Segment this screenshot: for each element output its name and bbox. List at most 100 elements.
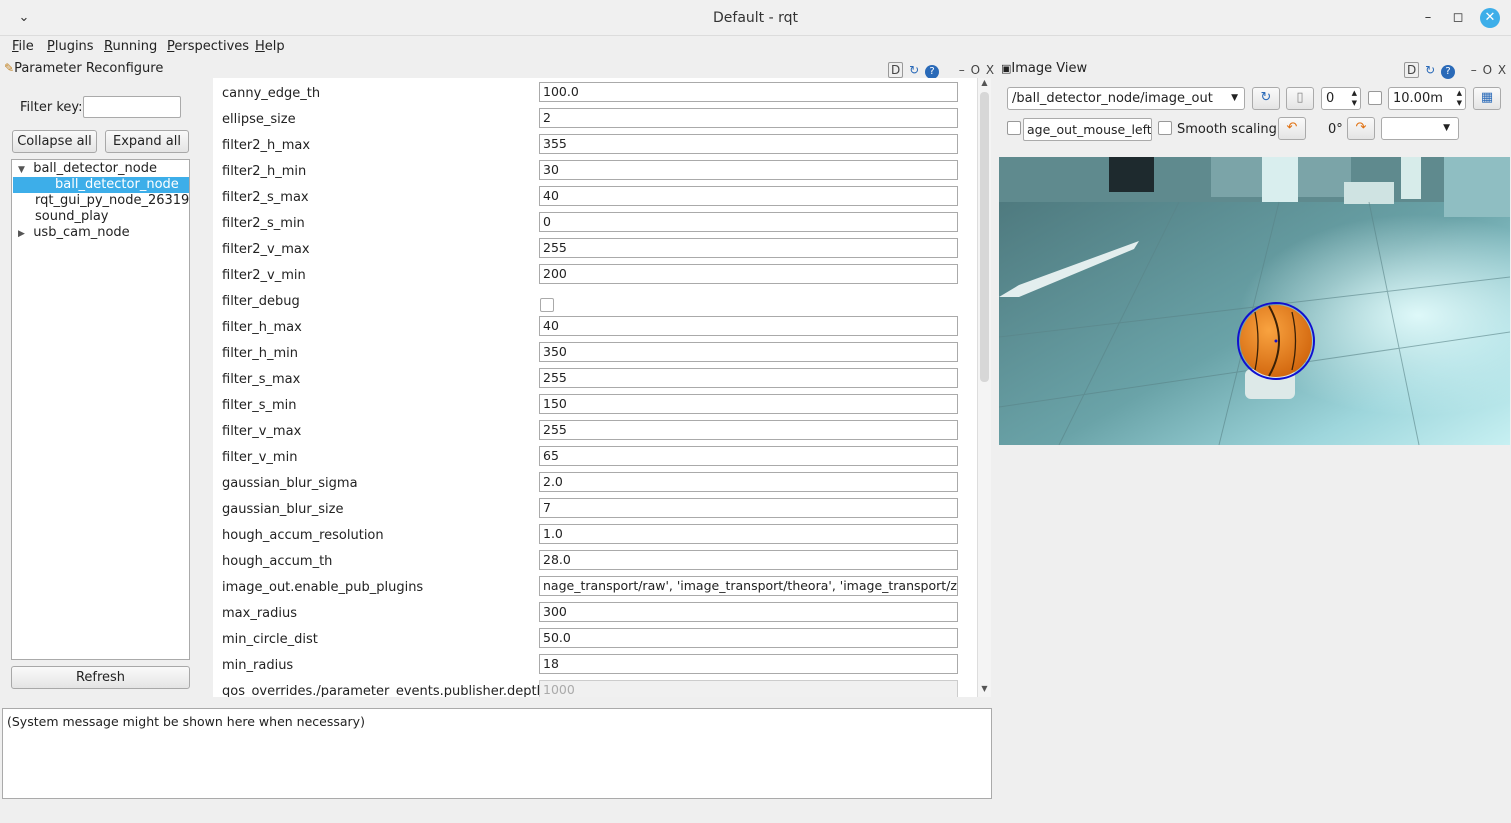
tree-item-selected[interactable]: ball_detector_node bbox=[13, 177, 189, 193]
param-row: filter2_v_max 255 bbox=[213, 238, 977, 264]
param-row: filter2_s_max 40 bbox=[213, 186, 977, 212]
collapsed-arrow-icon[interactable]: ▶ bbox=[18, 229, 25, 239]
param-name: hough_accum_th bbox=[222, 554, 333, 569]
param-value-input[interactable]: 0 bbox=[539, 212, 958, 232]
param-value-input[interactable]: 255 bbox=[539, 238, 958, 258]
num-spinbox[interactable]: 0 ▲ ▼ bbox=[1321, 87, 1361, 110]
minimize-icon[interactable]: – bbox=[1418, 8, 1438, 28]
param-value-input[interactable]: 350 bbox=[539, 342, 958, 362]
param-value-input[interactable]: 1.0 bbox=[539, 524, 958, 544]
param-value-input[interactable]: 255 bbox=[539, 368, 958, 388]
scroll-thumb[interactable] bbox=[980, 92, 989, 382]
param-value-input[interactable]: 150 bbox=[539, 394, 958, 414]
param-value-input[interactable]: 255 bbox=[539, 420, 958, 440]
dock-d-button[interactable]: D bbox=[1404, 62, 1420, 78]
dock-close-icon[interactable]: X bbox=[1498, 63, 1506, 77]
param-value-input[interactable]: 200 bbox=[539, 264, 958, 284]
param-value-input[interactable]: 2.0 bbox=[539, 472, 958, 492]
param-name: filter2_h_min bbox=[222, 164, 307, 179]
param-name: filter2_h_max bbox=[222, 138, 311, 153]
param-value-input[interactable]: 7 bbox=[539, 498, 958, 518]
mouse-topic-input[interactable]: age_out_mouse_left bbox=[1023, 118, 1152, 141]
save-image-icon[interactable]: ▦ bbox=[1473, 87, 1501, 110]
rotate-right-icon[interactable]: ↷ bbox=[1347, 117, 1375, 140]
smooth-scaling-label: Smooth scaling bbox=[1177, 122, 1277, 137]
refresh-button[interactable]: Refresh bbox=[11, 666, 190, 689]
dock-d-button[interactable]: D bbox=[888, 62, 904, 78]
mouse-publish-checkbox[interactable] bbox=[1007, 121, 1021, 135]
param-name: qos_overrides./parameter_events.publishe… bbox=[222, 684, 545, 697]
scroll-up-icon[interactable]: ▲ bbox=[980, 78, 989, 87]
spin-arrows-icon[interactable]: ▲ ▼ bbox=[1457, 88, 1462, 108]
param-value-input[interactable]: 355 bbox=[539, 134, 958, 154]
help-icon[interactable]: ? bbox=[924, 65, 939, 79]
param-row: gaussian_blur_sigma 2.0 bbox=[213, 472, 977, 498]
param-name: max_radius bbox=[222, 606, 298, 621]
param-value-input[interactable]: 18 bbox=[539, 654, 958, 674]
param-value-input[interactable]: 100.0 bbox=[539, 82, 958, 102]
param-row: canny_edge_th 100.0 bbox=[213, 82, 977, 108]
topic-select[interactable]: /ball_detector_node/image_out ▼ bbox=[1007, 87, 1245, 110]
param-name: ellipse_size bbox=[222, 112, 296, 127]
dock-float-button[interactable]: O bbox=[971, 63, 980, 77]
tree-item[interactable]: rqt_gui_py_node_26319 bbox=[35, 193, 189, 209]
param-name: min_circle_dist bbox=[222, 632, 318, 647]
spin-arrows-icon[interactable]: ▲ ▼ bbox=[1352, 88, 1357, 108]
node-tree: ▼ ball_detector_node ball_detector_node … bbox=[11, 159, 190, 660]
param-name: filter_v_min bbox=[222, 450, 298, 465]
menu-running[interactable]: Running bbox=[104, 39, 157, 54]
max-spinbox[interactable]: 10.00m ▲ ▼ bbox=[1388, 87, 1466, 110]
param-value-input[interactable]: 65 bbox=[539, 446, 958, 466]
param-row: hough_accum_resolution 1.0 bbox=[213, 524, 977, 550]
expand-all-button[interactable]: Expand all bbox=[105, 130, 189, 153]
dock-close-icon[interactable]: X bbox=[986, 63, 994, 77]
param-row: filter_v_min 65 bbox=[213, 446, 977, 472]
param-name: filter_s_min bbox=[222, 398, 297, 413]
menu-help[interactable]: Help bbox=[255, 39, 285, 54]
tree-item[interactable]: ▶ usb_cam_node bbox=[18, 225, 130, 241]
circle-center bbox=[1274, 339, 1278, 343]
help-icon[interactable]: ? bbox=[1440, 65, 1455, 79]
param-value-input[interactable]: 40 bbox=[539, 316, 958, 336]
param-value-input[interactable]: 2 bbox=[539, 108, 958, 128]
dock-minimize-icon[interactable]: – bbox=[1471, 63, 1477, 77]
param-row: gaussian_blur_size 7 bbox=[213, 498, 977, 524]
expand-arrow-icon[interactable]: ▼ bbox=[18, 165, 25, 175]
param-value-input[interactable]: 40 bbox=[539, 186, 958, 206]
menu-file[interactable]: File bbox=[12, 39, 34, 54]
reload-icon[interactable]: ↻ bbox=[909, 63, 919, 77]
tree-item[interactable]: sound_play bbox=[35, 209, 108, 225]
param-value-input[interactable]: nage_transport/raw', 'image_transport/th… bbox=[539, 576, 958, 596]
param-value-input[interactable]: 300 bbox=[539, 602, 958, 622]
param-value-input[interactable]: 50.0 bbox=[539, 628, 958, 648]
menu-perspectives[interactable]: Perspectives bbox=[167, 39, 249, 54]
close-window-icon[interactable]: ✕ bbox=[1480, 8, 1500, 28]
param-scrollbar[interactable]: ▲ ▼ bbox=[977, 78, 991, 697]
pause-icon[interactable]: ▯ bbox=[1286, 87, 1314, 110]
param-name: canny_edge_th bbox=[222, 86, 321, 101]
param-name: gaussian_blur_sigma bbox=[222, 476, 358, 491]
param-value-input[interactable]: 28.0 bbox=[539, 550, 958, 570]
param-name: filter2_v_min bbox=[222, 268, 306, 283]
camera-image[interactable] bbox=[999, 157, 1510, 445]
param-row: max_radius 300 bbox=[213, 602, 977, 628]
rotate-left-icon[interactable]: ↶ bbox=[1278, 117, 1306, 140]
scroll-down-icon[interactable]: ▼ bbox=[980, 684, 989, 693]
reload-icon[interactable]: ↻ bbox=[1425, 63, 1435, 77]
maximize-icon[interactable]: ◻ bbox=[1448, 8, 1468, 28]
smooth-scaling-checkbox[interactable] bbox=[1158, 121, 1172, 135]
param-checkbox[interactable] bbox=[540, 298, 554, 312]
param-dock-title: Parameter Reconfigure bbox=[14, 61, 164, 76]
refresh-topics-icon[interactable]: ↻ bbox=[1252, 87, 1280, 110]
param-name: filter_s_max bbox=[222, 372, 301, 387]
chevron-down-icon: ▼ bbox=[1231, 93, 1238, 103]
color-scheme-select[interactable]: ▼ bbox=[1381, 117, 1459, 140]
tree-item[interactable]: ▼ ball_detector_node bbox=[18, 161, 157, 177]
max-checkbox[interactable] bbox=[1368, 91, 1382, 105]
param-value-input[interactable]: 30 bbox=[539, 160, 958, 180]
filter-input[interactable] bbox=[83, 96, 181, 118]
dock-float-button[interactable]: O bbox=[1483, 63, 1492, 77]
dock-minimize-icon[interactable]: – bbox=[959, 63, 965, 77]
menu-plugins[interactable]: Plugins bbox=[47, 39, 94, 54]
collapse-all-button[interactable]: Collapse all bbox=[12, 130, 97, 153]
